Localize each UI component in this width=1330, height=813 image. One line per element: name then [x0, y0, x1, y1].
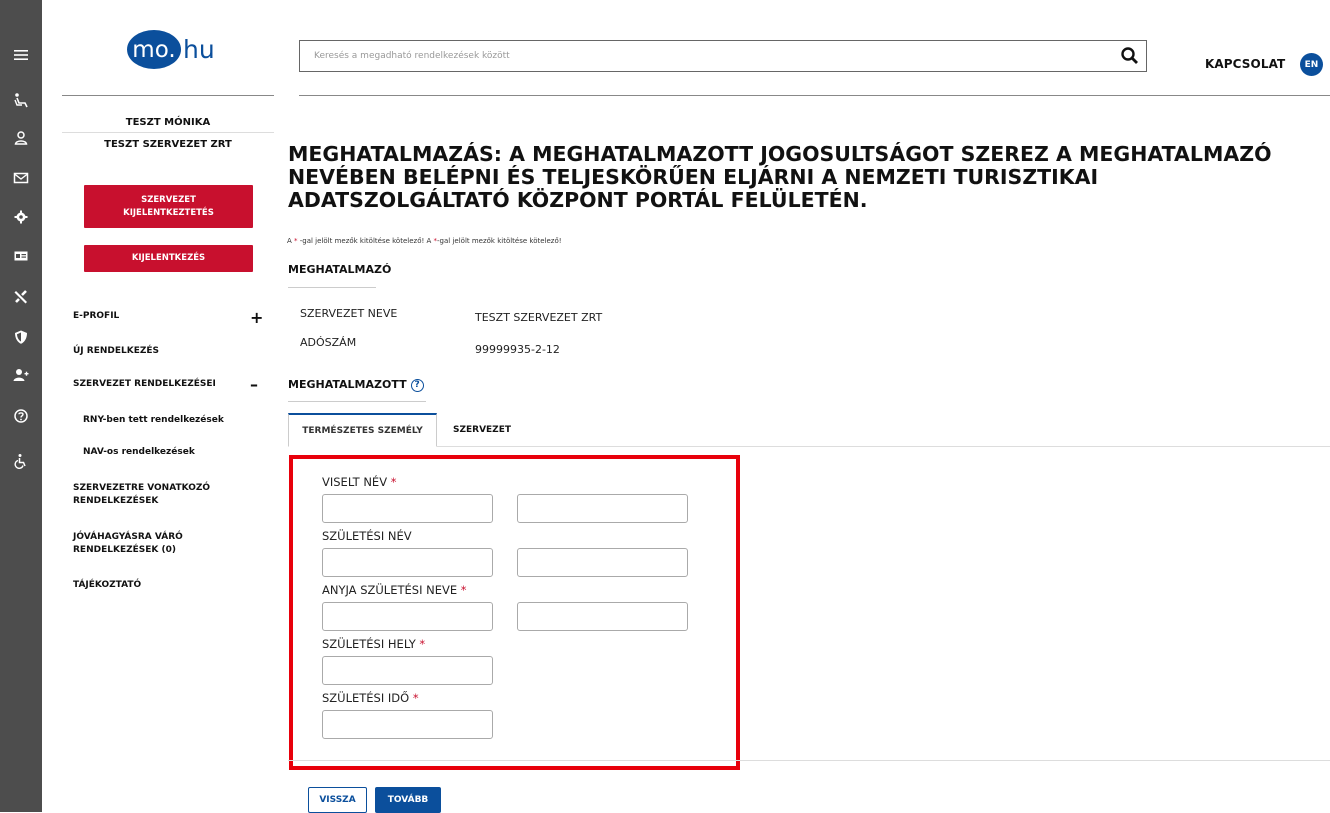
- org-name-value: TESZT SZERVEZET ZRT: [475, 311, 603, 324]
- org-logout-label: SZERVEZET KIJELENTKEZTETÉS: [123, 194, 214, 218]
- menu-icon[interactable]: [0, 44, 42, 66]
- accessibility-icon[interactable]: [0, 450, 42, 472]
- sidebar-item-info[interactable]: TÁJÉKOZTATÓ: [73, 579, 141, 592]
- viselt-nev-last-input[interactable]: [322, 494, 493, 523]
- field-label-szuletesi-hely: SZÜLETÉSI HELY *: [322, 637, 426, 651]
- tax-value: 99999935-2-12: [475, 343, 560, 356]
- divider: [299, 95, 1330, 96]
- field-label-szuletesi-nev: SZÜLETÉSI NÉV: [322, 529, 412, 543]
- shield-icon[interactable]: [0, 326, 42, 348]
- icon-rail: [0, 0, 42, 812]
- user-icon[interactable]: [0, 127, 42, 149]
- sidebar-item-e-profil[interactable]: E-PROFIL: [73, 310, 119, 323]
- divider: [288, 287, 376, 288]
- szuletesi-hely-input[interactable]: [322, 656, 493, 685]
- logo-circle: mo.: [127, 30, 181, 69]
- user-plus-icon[interactable]: [0, 364, 42, 386]
- user-name: TESZT MÓNIKA: [125, 117, 211, 128]
- contact-link[interactable]: KAPCSOLAT: [1205, 57, 1285, 71]
- language-switch[interactable]: EN: [1300, 53, 1323, 76]
- title-line: MEGHATALMAZÁS: A MEGHATALMAZOTT JOGOSULT…: [288, 142, 1272, 166]
- szuletesi-ido-input[interactable]: [322, 710, 493, 739]
- logout-button[interactable]: KIJELENTKEZÉS: [84, 245, 253, 272]
- sidebar-item-pending[interactable]: JÓVÁHAGYÁSRA VÁRÓ RENDELKEZÉSEK (0): [73, 531, 213, 557]
- anyja-nev-last-input[interactable]: [322, 602, 493, 631]
- mail-icon[interactable]: [0, 167, 42, 189]
- divider: [62, 95, 274, 96]
- viselt-nev-first-input[interactable]: [517, 494, 688, 523]
- org-name: TESZT SZERVEZET ZRT: [104, 139, 232, 150]
- agent-heading: MEGHATALMAZOTT?: [288, 378, 424, 392]
- gear-icon[interactable]: [0, 206, 42, 228]
- tools-icon[interactable]: [0, 286, 42, 308]
- divider: [62, 132, 274, 133]
- divider: [288, 401, 426, 402]
- tab-natural-person[interactable]: TERMÉSZETES SZEMÉLY: [288, 413, 437, 447]
- szuletesi-nev-first-input[interactable]: [517, 548, 688, 577]
- sidebar-item-new-order[interactable]: ÚJ RENDELKEZÉS: [73, 345, 159, 358]
- expand-icon[interactable]: +: [250, 308, 263, 327]
- search-placeholder: Keresés a megadható rendelkezések között: [314, 51, 510, 61]
- divider: [288, 760, 1330, 761]
- field-label-anyja-nev: ANYJA SZÜLETÉSI NEVE *: [322, 583, 467, 597]
- logout-label: KIJELENTKEZÉS: [131, 253, 206, 263]
- field-label-szuletesi-ido: SZÜLETÉSI IDŐ *: [322, 691, 419, 705]
- card-icon[interactable]: [0, 245, 42, 267]
- sidebar-item-nav[interactable]: NAV-os rendelkezések: [83, 446, 195, 459]
- logo-text: hu: [183, 35, 215, 64]
- help-icon[interactable]: [0, 405, 42, 427]
- tab-organization[interactable]: SZERVEZET: [443, 413, 521, 447]
- help-icon[interactable]: ?: [410, 378, 424, 392]
- required-note: A * -gal jelölt mezők kitöltése kötelező…: [287, 237, 562, 245]
- szuletesi-nev-last-input[interactable]: [322, 548, 493, 577]
- anyja-nev-first-input[interactable]: [517, 602, 688, 631]
- sidebar-item-org-orders[interactable]: SZERVEZET RENDELKEZÉSEI: [73, 378, 216, 391]
- sidebar-item-rny[interactable]: RNY-ben tett rendelkezések: [83, 414, 224, 427]
- chair-icon[interactable]: [0, 89, 42, 111]
- org-logout-button[interactable]: SZERVEZET KIJELENTKEZTETÉS: [84, 185, 253, 228]
- title-line: ADATSZOLGÁLTATÓ KÖZPONT PORTÁL FELÜLETÉN…: [288, 188, 868, 212]
- search-input[interactable]: Keresés a megadható rendelkezések között: [299, 40, 1147, 72]
- page-title: MEGHATALMAZÁS: A MEGHATALMAZOTT JOGOSULT…: [288, 143, 1328, 212]
- title-line: NEVÉBEN BELÉPNI ÉS TELJESKÖRŰEN ELJÁRNI …: [288, 165, 1099, 189]
- sidebar-item-org-related[interactable]: SZERVEZETRE VONATKOZÓ RENDELKEZÉSEK: [73, 482, 233, 508]
- tax-label: ADÓSZÁM: [300, 336, 357, 349]
- org-name-label: SZERVEZET NEVE: [300, 307, 398, 320]
- mo-hu-logo[interactable]: mo. hu: [127, 30, 215, 69]
- search-icon[interactable]: [1120, 46, 1140, 66]
- next-button[interactable]: TOVÁBB: [375, 787, 441, 813]
- back-button[interactable]: VISSZA: [308, 787, 367, 813]
- principal-heading: MEGHATALMAZÓ: [288, 263, 392, 276]
- collapse-icon[interactable]: –: [250, 375, 258, 394]
- field-label-viselt-nev: VISELT NÉV *: [322, 475, 397, 489]
